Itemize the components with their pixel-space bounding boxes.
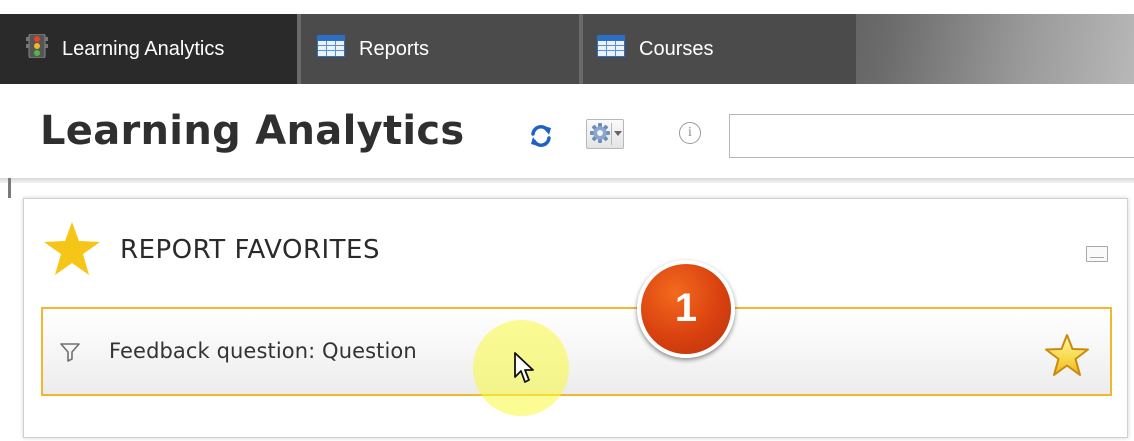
dropdown-separator	[611, 123, 612, 145]
tab-learning-analytics[interactable]: Learning Analytics	[0, 14, 297, 84]
star-icon	[43, 221, 101, 281]
tab-label: Courses	[639, 37, 714, 60]
resize-handle	[8, 178, 11, 198]
tab-reports[interactable]: Reports	[297, 14, 579, 84]
settings-dropdown-button[interactable]	[586, 119, 624, 149]
tab-label: Learning Analytics	[62, 37, 225, 60]
filter-icon	[60, 342, 80, 366]
chevron-down-icon[interactable]	[614, 131, 622, 136]
minimize-icon[interactable]	[1086, 246, 1108, 262]
favorite-report-label: Feedback question: Question	[109, 339, 417, 363]
gear-icon	[589, 122, 611, 148]
header-divider	[0, 178, 1134, 183]
tab-label: Reports	[359, 37, 430, 60]
favorite-report-item[interactable]: Feedback question: Question	[41, 307, 1112, 396]
refresh-icon[interactable]	[527, 122, 555, 150]
step-number-badge: 1	[637, 260, 735, 358]
traffic-light-icon	[26, 33, 48, 64]
info-icon[interactable]: i	[679, 122, 701, 144]
search-input[interactable]	[729, 114, 1134, 158]
report-favorites-panel: REPORT FAVORITES Feedback question: Ques…	[23, 198, 1128, 438]
tab-courses[interactable]: Courses	[579, 14, 856, 84]
panel-title: REPORT FAVORITES	[120, 235, 380, 265]
page-title: Learning Analytics	[40, 108, 465, 154]
table-grid-icon	[317, 35, 345, 63]
mouse-pointer-icon	[513, 351, 539, 391]
table-grid-icon	[597, 35, 625, 63]
star-icon[interactable]	[1044, 333, 1090, 381]
page-header: Learning Analytics i	[0, 95, 1134, 180]
